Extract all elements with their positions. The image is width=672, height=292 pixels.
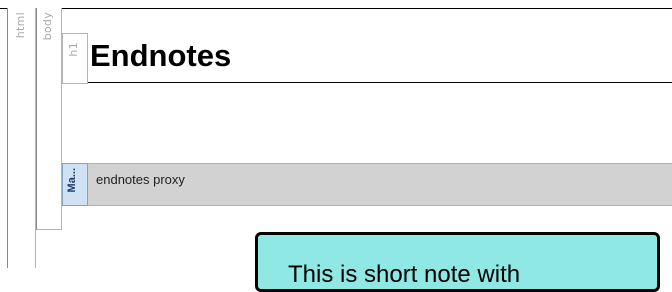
page-title: Endnotes (90, 38, 232, 73)
window-top-border (0, 0, 672, 9)
marker-element-tab[interactable]: Ma... (62, 163, 88, 206)
note-text: This is short note with (288, 261, 521, 288)
note-callout[interactable]: This is short note with (255, 232, 660, 292)
body-tag-label: body (41, 12, 54, 41)
heading-underline (88, 82, 672, 83)
h1-tag-label: h1 (67, 42, 80, 57)
endnotes-proxy-bar[interactable]: endnotes proxy (88, 163, 672, 206)
html-tag-label: html (14, 12, 27, 39)
html-element-gutter[interactable]: html (7, 8, 36, 268)
endnotes-proxy-label: endnotes proxy (96, 172, 185, 187)
h1-element-gutter[interactable]: h1 (62, 33, 88, 84)
marker-tag-label: Ma... (66, 168, 78, 193)
body-element-gutter[interactable]: body (36, 8, 62, 230)
